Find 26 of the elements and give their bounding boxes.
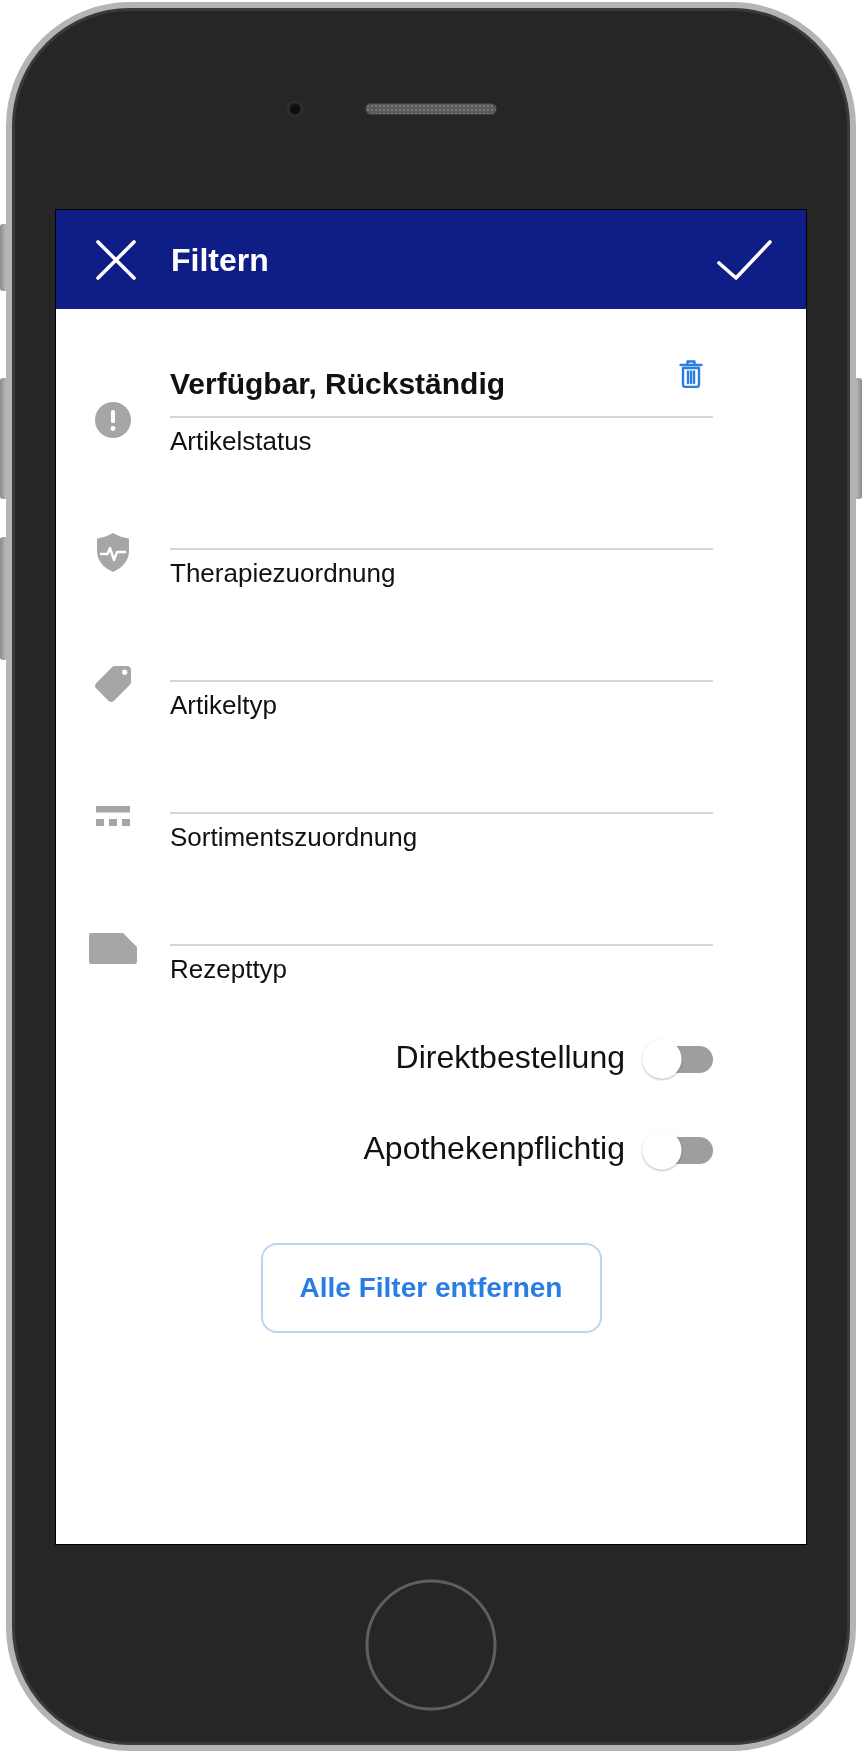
home-button[interactable] xyxy=(365,1578,497,1711)
tag-icon xyxy=(95,666,131,702)
close-icon xyxy=(96,239,136,280)
shelf-icon xyxy=(96,806,130,826)
camera-lens-icon xyxy=(287,101,303,117)
checkmark-icon xyxy=(717,239,772,280)
screen-title: Filtern xyxy=(171,240,269,280)
side-button[interactable] xyxy=(856,378,862,499)
field-label: Artikeltyp xyxy=(170,690,277,721)
field-label: Sortimentszuordnung xyxy=(170,822,418,853)
confirm-button[interactable] xyxy=(717,239,772,280)
close-button[interactable] xyxy=(96,239,136,280)
side-button[interactable] xyxy=(0,378,6,499)
exclamation-circle-icon xyxy=(95,402,131,438)
side-button[interactable] xyxy=(0,537,6,660)
toggle-label: Apothekenpflichtig xyxy=(363,1129,625,1168)
reset-filters-button[interactable]: Alle Filter entfernen xyxy=(260,1243,602,1333)
side-button[interactable] xyxy=(0,224,6,291)
field-label: Artikelstatus xyxy=(170,426,312,457)
field-label: Rezepttyp xyxy=(170,954,288,985)
select-field[interactable]: Verfügbar, Rückständig xyxy=(170,352,713,418)
document-icon xyxy=(89,932,137,964)
trash-icon[interactable] xyxy=(679,360,703,388)
field-label: Therapiezuordnung xyxy=(170,558,396,589)
toggle-label: Direktbestellung xyxy=(395,1038,625,1077)
shield-heartbeat-icon xyxy=(97,532,129,572)
